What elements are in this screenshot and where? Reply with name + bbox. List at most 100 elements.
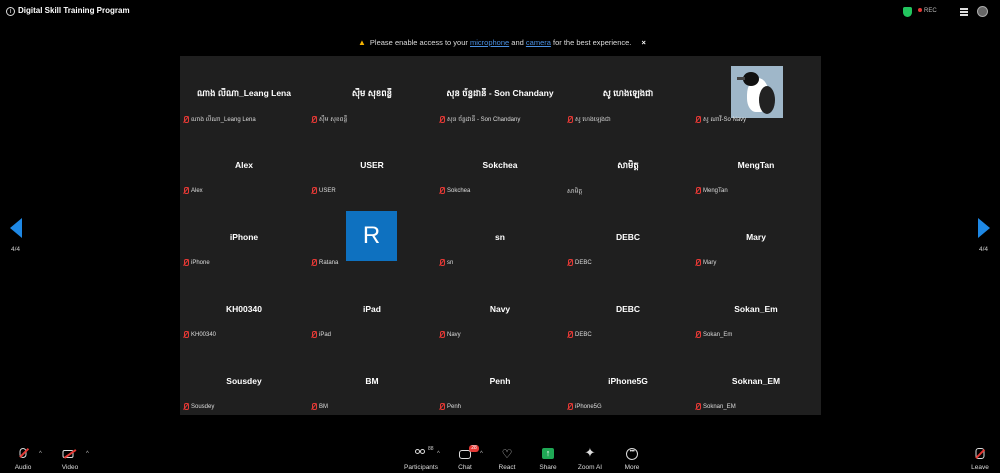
- chat-caret-icon[interactable]: ^: [480, 451, 483, 457]
- muted-mic-icon: [439, 187, 445, 194]
- audio-button[interactable]: Audio: [3, 443, 43, 473]
- camera-link[interactable]: camera: [526, 38, 551, 47]
- chat-button[interactable]: 28 Chat: [445, 443, 485, 473]
- next-page-arrow-icon[interactable]: [978, 218, 990, 238]
- more-button[interactable]: ••• More: [612, 443, 652, 473]
- participant-label-text: សាមិត្ត: [567, 189, 583, 195]
- participant-name: BM: [365, 376, 379, 386]
- video-options-caret-icon[interactable]: ^: [86, 451, 89, 457]
- participant-label-text: ណាង លីណា_Leang Lena: [191, 117, 256, 123]
- view-menu-icon[interactable]: [960, 8, 968, 16]
- participant-tile[interactable]: Navy Navy: [436, 272, 564, 344]
- participant-name: Penh: [489, 376, 511, 386]
- participant-tile[interactable]: iPad iPad: [308, 272, 436, 344]
- participant-label-text: ស៊ឹម សុខពន្លឺ: [319, 117, 348, 123]
- audio-options-caret-icon[interactable]: ^: [39, 451, 42, 457]
- participant-tile[interactable]: R Ratana: [308, 200, 436, 272]
- participant-label-text: iPhone: [191, 259, 210, 266]
- participant-name: Soknan_EM: [731, 376, 781, 386]
- participant-tile[interactable]: Sokchea Sokchea: [436, 128, 564, 200]
- window-title: Digital Skill Training Program: [18, 6, 130, 15]
- participant-tile[interactable]: Sousdey Sousdey: [180, 344, 308, 416]
- close-icon[interactable]: ×: [642, 38, 646, 47]
- participant-label-text: BM: [319, 403, 328, 410]
- muted-mic-icon: [567, 116, 573, 123]
- participant-tile[interactable]: ណាង លីណា_Leang Lena ណាង លីណា_Leang Lena: [180, 56, 308, 128]
- meeting-toolbar: Audio ^ Video ^ 88 Participants ^ 28 Cha…: [0, 443, 1000, 473]
- participant-label: Ratana: [311, 259, 338, 266]
- participant-label-text: KH00340: [191, 331, 217, 338]
- participant-name: Sousdey: [226, 376, 262, 386]
- participant-label: sn: [439, 259, 453, 266]
- participants-icon: [415, 449, 427, 459]
- shield-icon[interactable]: [903, 7, 912, 17]
- participant-tile[interactable]: KH00340 KH00340: [180, 272, 308, 344]
- participant-label-text: សូ ហេងឡេងជា: [575, 117, 611, 123]
- participant-tile[interactable]: Sokan_Em Sokan_Em: [692, 272, 820, 344]
- participant-tile[interactable]: USER USER: [308, 128, 436, 200]
- participant-tile[interactable]: iPhone iPhone: [180, 200, 308, 272]
- recording-indicator[interactable]: REC: [918, 8, 937, 14]
- participant-name: iPad: [363, 304, 381, 314]
- participant-label-text: Sokchea: [447, 187, 471, 194]
- participant-label: Sokan_Em: [695, 331, 732, 338]
- participant-tile[interactable]: Mary Mary: [692, 200, 820, 272]
- leave-button[interactable]: Leave: [960, 443, 1000, 473]
- muted-mic-icon: [439, 116, 445, 123]
- participant-label: Navy: [439, 331, 461, 338]
- participant-label: Alex: [183, 187, 203, 194]
- react-label: React: [498, 464, 516, 471]
- muted-mic-icon: [311, 187, 317, 194]
- more-dots-icon: •••: [626, 448, 638, 460]
- participant-tile[interactable]: iPhone5G iPhone5G: [564, 344, 692, 416]
- participant-tile[interactable]: សូ ណាវី-So Navy: [692, 56, 820, 128]
- muted-mic-icon: [183, 187, 189, 194]
- microphone-link[interactable]: microphone: [470, 38, 509, 47]
- participant-label-text: Alex: [191, 187, 203, 194]
- participant-name: KH00340: [226, 304, 262, 314]
- participant-tile[interactable]: DEBC DEBC: [564, 200, 692, 272]
- participant-name: sn: [495, 232, 505, 242]
- participants-caret-icon[interactable]: ^: [437, 451, 440, 457]
- participant-tile[interactable]: MengTan MengTan: [692, 128, 820, 200]
- participant-label-text: iPhone5G: [575, 403, 602, 410]
- info-icon[interactable]: i: [6, 7, 15, 16]
- rec-label: REC: [924, 8, 937, 14]
- self-avatar[interactable]: [977, 6, 988, 17]
- muted-mic-icon: [695, 331, 701, 338]
- participant-label: BM: [311, 403, 328, 410]
- participant-label-text: USER: [319, 187, 336, 194]
- share-button[interactable]: ↑ Share: [528, 443, 568, 473]
- sparkle-icon: ✦: [584, 445, 596, 460]
- leave-label: Leave: [971, 464, 989, 471]
- muted-mic-icon: [439, 331, 445, 338]
- video-gallery: ណាង លីណា_Leang Lena ណាង លីណា_Leang Lena ស៊…: [180, 56, 821, 415]
- participant-tile[interactable]: DEBC DEBC: [564, 272, 692, 344]
- record-icon: [918, 8, 922, 13]
- zoom-ai-button[interactable]: ✦ Zoom AI: [570, 443, 610, 473]
- participant-tile[interactable]: សូ ហេងឡេងជា សូ ហេងឡេងជា: [564, 56, 692, 128]
- participant-label: Mary: [695, 259, 716, 266]
- participant-label-text: DEBC: [575, 331, 592, 338]
- video-button[interactable]: Video: [50, 443, 90, 473]
- participant-tile[interactable]: សាមិត្ត សាមិត្ត: [564, 128, 692, 200]
- react-button[interactable]: ♡ React: [487, 443, 527, 473]
- participant-tile[interactable]: Alex Alex: [180, 128, 308, 200]
- muted-mic-icon: [567, 403, 573, 410]
- muted-mic-icon: [183, 331, 189, 338]
- participant-tile[interactable]: Penh Penh: [436, 344, 564, 416]
- participant-label-text: sn: [447, 259, 454, 266]
- participant-tile[interactable]: BM BM: [308, 344, 436, 416]
- permission-notice: ▲ Please enable access to your microphone…: [358, 38, 646, 47]
- participant-tile[interactable]: Soknan_EM Soknan_EM: [692, 344, 820, 416]
- participant-label-text: Soknan_EM: [703, 403, 736, 410]
- participant-tile[interactable]: ស៊ឹម សុខពន្លឺ ស៊ឹម សុខពន្លឺ: [308, 56, 436, 128]
- participant-tile[interactable]: sn sn: [436, 200, 564, 272]
- previous-page-arrow-icon[interactable]: [10, 218, 22, 238]
- muted-mic-icon: [695, 116, 701, 123]
- warning-icon: ▲: [358, 38, 366, 47]
- participant-label-text: iPad: [319, 331, 332, 338]
- muted-mic-icon: [183, 116, 189, 123]
- participants-button[interactable]: 88 Participants: [401, 443, 441, 473]
- participant-tile[interactable]: សុន ច័ន្ទដានី - Son Chandany សុន ច័ន្ទដាន…: [436, 56, 564, 128]
